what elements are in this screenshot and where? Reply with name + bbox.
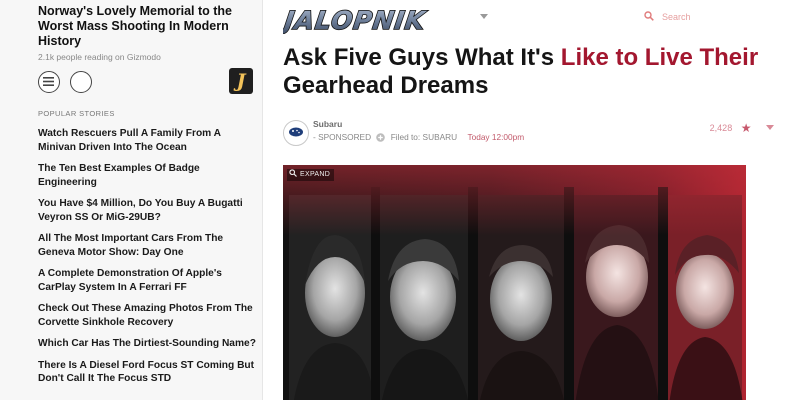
expand-button[interactable]: EXPAND (287, 169, 335, 181)
search-box[interactable] (640, 8, 790, 26)
promo-title[interactable]: Norway's Lovely Memorial to the Worst Ma… (38, 4, 253, 49)
search-icon (644, 11, 654, 21)
trending-promo[interactable]: Norway's Lovely Memorial to the Worst Ma… (38, 4, 253, 62)
hero-photo (283, 165, 746, 400)
filed-to-link[interactable]: Filed to: SUBARU (391, 132, 457, 142)
author-name[interactable]: Subaru (313, 119, 342, 129)
byline: Subaru - SPONSORED Filed to: SUBARU Toda… (283, 117, 788, 147)
menu-button[interactable] (38, 71, 60, 93)
article-headline[interactable]: Ask Five Guys What It's Like to Live The… (283, 44, 783, 100)
story-link[interactable]: You Have $4 Million, Do You Buy A Bugatt… (38, 197, 260, 224)
search-input[interactable] (660, 8, 784, 26)
story-link[interactable]: The Ten Best Examples Of Badge Engineeri… (38, 162, 260, 189)
chevron-down-icon[interactable] (766, 125, 774, 130)
menu-icon (43, 77, 54, 86)
story-link[interactable]: Which Car Has The Dirtiest-Sounding Name… (38, 337, 260, 351)
expand-label: EXPAND (300, 171, 331, 178)
view-count: 2,428 (709, 123, 733, 133)
story-link[interactable]: Check Out These Amazing Photos From The … (38, 302, 260, 329)
story-link[interactable]: A Complete Demonstration Of Apple's CarP… (38, 267, 260, 294)
story-link[interactable]: All The Most Important Cars From The Gen… (38, 232, 260, 259)
author-avatar[interactable] (283, 120, 309, 146)
chevron-down-icon[interactable] (480, 14, 488, 19)
logo-text: JALOPNIK (283, 6, 429, 34)
kinja-icon (376, 133, 386, 143)
expand-search-icon (289, 169, 297, 177)
popular-stories-heading: POPULAR STORIES (38, 109, 115, 118)
jalopnik-logo: JALOPNIK (283, 5, 430, 34)
sponsored-label: - SPONSORED (313, 132, 372, 142)
headline-highlight: Like to Live Their (560, 44, 759, 71)
engagement: 2,428 ★ (710, 121, 774, 135)
promo-meta: 2.1k people reading on Gizmodo (38, 52, 161, 62)
user-icon[interactable] (70, 71, 92, 93)
story-link[interactable]: Watch Rescuers Pull A Family From A Mini… (38, 127, 260, 154)
headline-text: Ask Five Guys What It's (283, 44, 561, 71)
site-logo[interactable]: JALOPNIK (283, 4, 473, 34)
subaru-logo-icon (285, 122, 307, 144)
popular-stories-list: Watch Rescuers Pull A Family From A Mini… (38, 127, 260, 394)
headline-text-line2: Gearhead Dreams (283, 72, 489, 99)
article-meta: - SPONSORED Filed to: SUBARU Today 12:00… (313, 132, 524, 143)
sidebar-toolbar: J (38, 68, 253, 97)
hero-image[interactable]: EXPAND (283, 165, 746, 400)
timestamp[interactable]: Today 12:00pm (467, 132, 524, 142)
site-logo-small[interactable]: J (229, 68, 253, 94)
star-icon[interactable]: ★ (741, 121, 752, 135)
story-link[interactable]: There Is A Diesel Ford Focus ST Coming B… (38, 359, 260, 386)
sidebar: Norway's Lovely Memorial to the Worst Ma… (0, 0, 263, 400)
